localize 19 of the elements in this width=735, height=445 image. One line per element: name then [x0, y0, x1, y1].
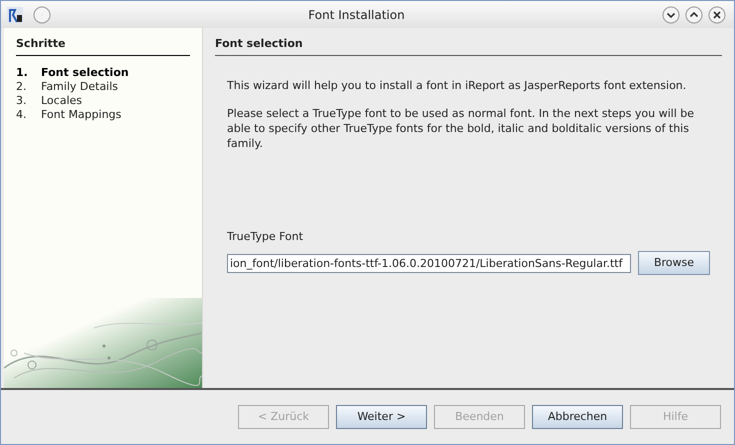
- wizard-button[interactable]: Abbrechen: [532, 405, 623, 429]
- app-icon: [5, 4, 25, 24]
- browse-button[interactable]: Browse: [638, 251, 710, 275]
- sidebar-heading: Schritte: [16, 36, 190, 56]
- panel-heading: Font selection: [215, 36, 722, 56]
- menu-button[interactable]: [33, 6, 51, 24]
- field-label: TrueType Font: [227, 228, 304, 244]
- font-path-field[interactable]: ion_font/liberation-fonts-ttf-1.06.0.20100721/LiberationSans-Regular.ttf: [227, 254, 631, 272]
- step-item: 1. Font selection: [16, 66, 130, 80]
- step-item: 4. Font Mappings: [16, 108, 122, 122]
- maximize-button[interactable]: [685, 6, 703, 24]
- description-text: Please select a TrueType font to be used as normal font. In the next steps you will be able to specify other TrueType fonts for the bold, italic and bolditalic versions of this family.: [227, 106, 696, 150]
- step-item: 2. Family Details: [16, 80, 120, 94]
- minimize-button[interactable]: [662, 6, 680, 24]
- close-button[interactable]: [708, 6, 726, 24]
- step-item: 3. Locales: [16, 94, 84, 108]
- window-title: Font Installation: [307, 6, 406, 24]
- description-text: This wizard will help you to install a font in iReport as JasperReports font extension.: [227, 78, 688, 92]
- wizard-button[interactable]: Weiter >: [336, 405, 427, 429]
